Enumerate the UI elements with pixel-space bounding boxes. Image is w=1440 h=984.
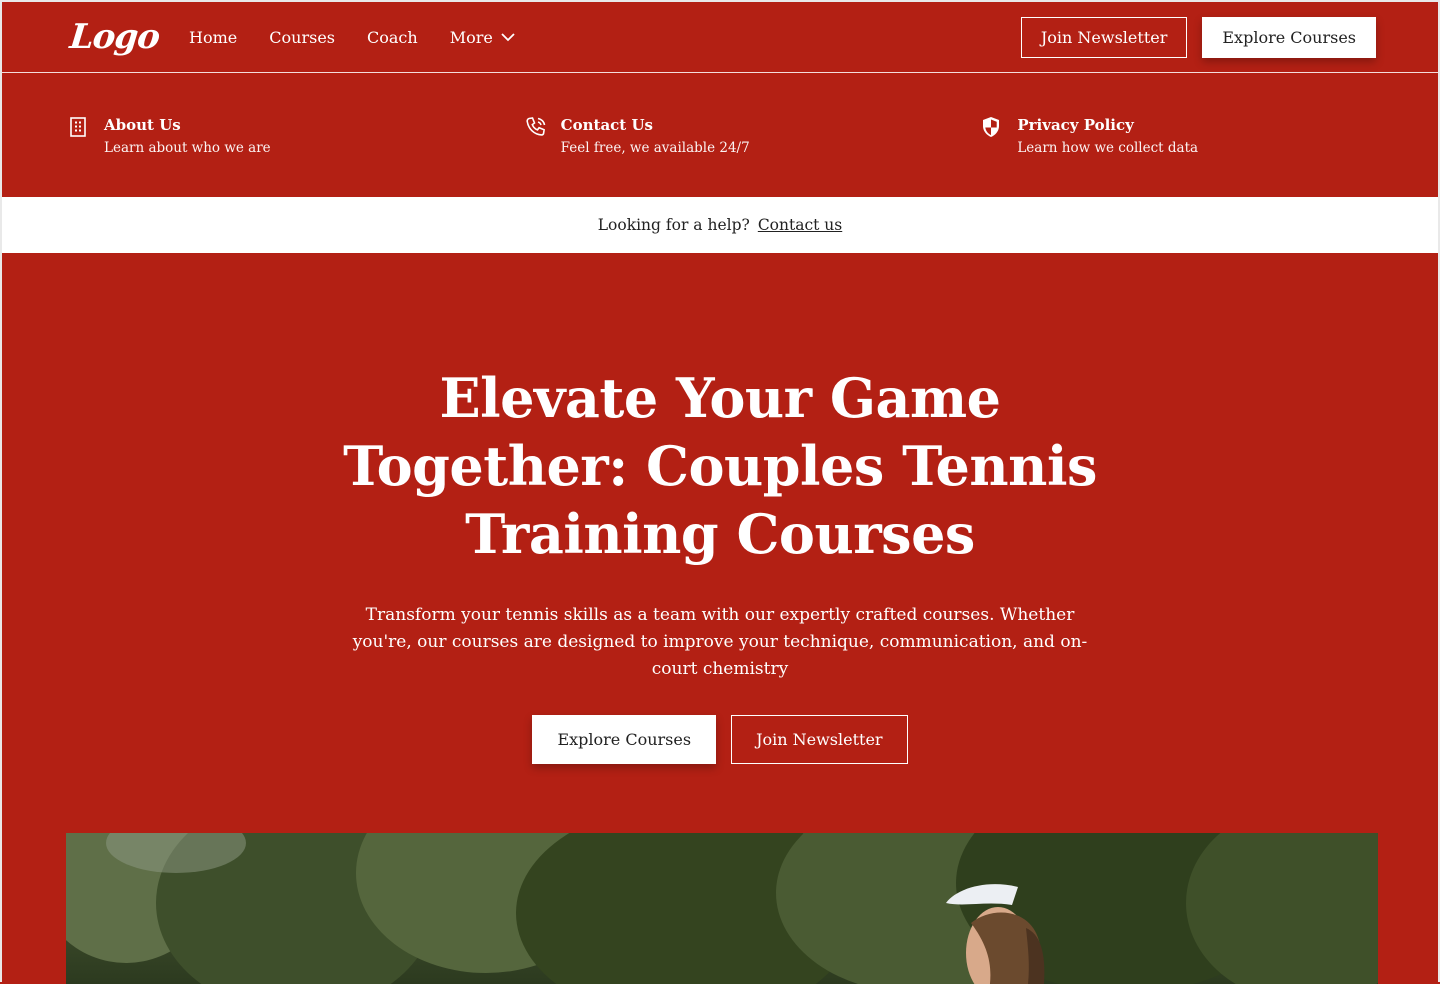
- mega-title: About Us: [104, 116, 181, 134]
- mega-item-contact[interactable]: Contact Us Feel free, we available 24/7: [525, 115, 982, 197]
- nav-links: Home Courses Coach More: [189, 28, 515, 47]
- chevron-down-icon: [501, 32, 515, 42]
- hero-title: Elevate Your Game Together: Couples Tenn…: [343, 366, 1097, 566]
- mega-title: Contact Us: [560, 116, 653, 134]
- nav-more-label: More: [449, 27, 493, 47]
- hero-section: Elevate Your Game Together: Couples Tenn…: [2, 253, 1438, 764]
- navbar: Logo Home Courses Coach More Join Newsle…: [2, 2, 1438, 73]
- hero-image: [66, 833, 1378, 984]
- shield-icon: [981, 116, 1003, 138]
- nav-coach[interactable]: Coach: [367, 28, 418, 47]
- phone-icon: [525, 116, 547, 138]
- nav-courses[interactable]: Courses: [269, 28, 335, 47]
- help-bar: Looking for a help? Contact us: [2, 197, 1438, 253]
- hero-join-newsletter-button[interactable]: Join Newsletter: [731, 715, 908, 764]
- hero-actions: Explore Courses Join Newsletter: [2, 715, 1438, 764]
- mega-item-privacy[interactable]: Privacy Policy Learn how we collect data: [981, 115, 1438, 197]
- mega-subtitle: Feel free, we available 24/7: [560, 140, 750, 156]
- logo[interactable]: Logo: [68, 17, 161, 57]
- hero-description: Transform your tennis skills as a team w…: [352, 605, 1088, 679]
- mega-subtitle: Learn about who we are: [104, 140, 271, 156]
- building-icon: [68, 116, 90, 138]
- contact-us-link[interactable]: Contact us: [758, 216, 842, 234]
- hero-explore-courses-button[interactable]: Explore Courses: [532, 715, 717, 764]
- nav-more-dropdown[interactable]: More: [450, 28, 515, 47]
- mega-title: Privacy Policy: [1017, 116, 1134, 134]
- nav-actions: Join Newsletter Explore Courses: [1020, 16, 1376, 58]
- mega-menu: About Us Learn about who we are Contact …: [2, 73, 1438, 197]
- nav-home[interactable]: Home: [189, 28, 237, 47]
- join-newsletter-button[interactable]: Join Newsletter: [1020, 16, 1188, 58]
- help-text: Looking for a help?: [597, 216, 750, 234]
- mega-item-about[interactable]: About Us Learn about who we are: [68, 115, 525, 197]
- explore-courses-button[interactable]: Explore Courses: [1202, 16, 1376, 58]
- mega-subtitle: Learn how we collect data: [1017, 140, 1199, 156]
